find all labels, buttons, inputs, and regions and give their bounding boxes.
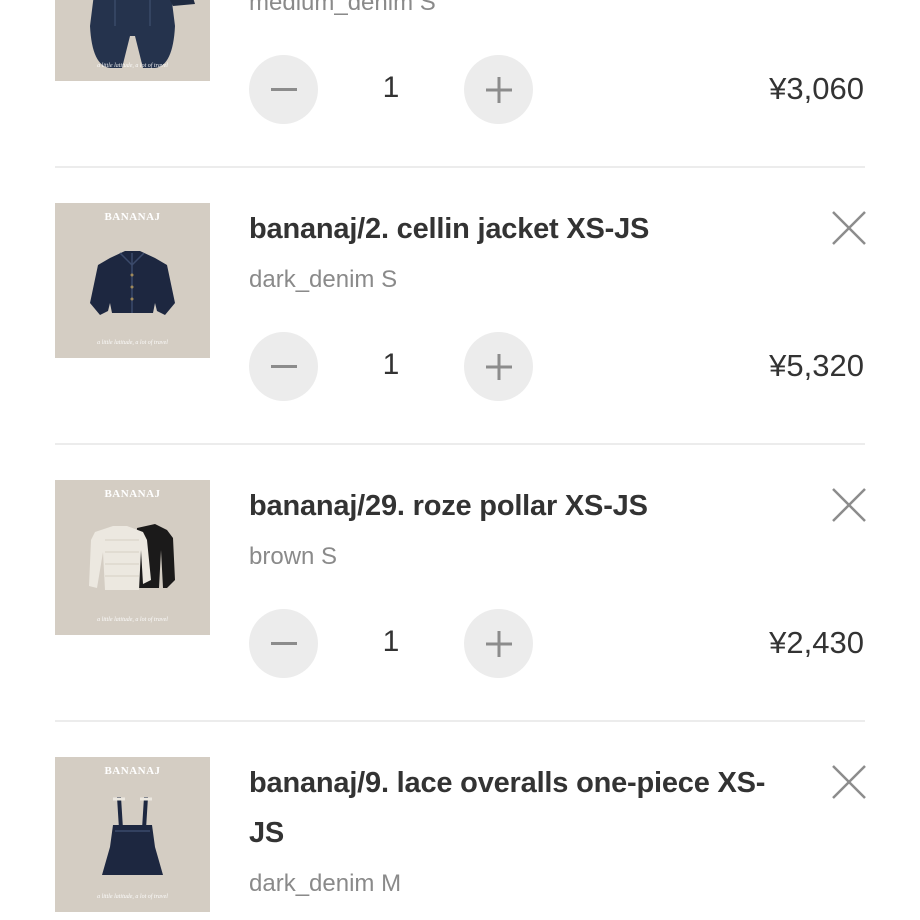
decrement-button[interactable]: [249, 332, 318, 401]
product-title[interactable]: bananaj/2. cellin jacket XS-JS: [249, 204, 799, 254]
close-icon[interactable]: [830, 486, 868, 524]
product-thumbnail[interactable]: BANANAJ a little latitude, a lot of trav…: [55, 480, 210, 635]
product-variant: medium_denim S: [249, 0, 436, 16]
thumbnail-caption: a little latitude, a lot of travel: [97, 617, 168, 623]
minus-icon: [270, 364, 297, 368]
decrement-button[interactable]: [249, 55, 318, 124]
product-variant: brown S: [249, 543, 338, 570]
minus-icon: [270, 641, 297, 645]
knit-tops-icon: [89, 524, 175, 590]
minus-icon: [270, 87, 297, 91]
plus-icon: [485, 630, 512, 657]
quantity-value: 1: [382, 348, 400, 381]
cart-item: a little latitude, a lot of travel mediu…: [0, 0, 920, 166]
product-thumbnail[interactable]: BANANAJ a little latitude, a lot of trav…: [55, 203, 210, 358]
denim-jacket-icon: [90, 251, 175, 315]
thumbnail-caption: a little latitude, a lot of travel: [97, 894, 168, 900]
product-title[interactable]: bananaj/29. roze pollar XS-JS: [249, 481, 799, 531]
product-thumbnail[interactable]: BANANAJ a little latitude, a lot of trav…: [55, 757, 210, 912]
product-variant: dark_denim M: [249, 870, 402, 897]
product-thumbnail[interactable]: a little latitude, a lot of travel: [55, 0, 210, 81]
plus-icon: [485, 353, 512, 380]
thumbnail-caption: a little latitude, a lot of travel: [97, 340, 168, 346]
item-price: ¥5,320: [769, 348, 864, 383]
increment-button[interactable]: [464, 332, 533, 401]
overall-dress-icon: [102, 797, 163, 875]
plus-icon: [485, 76, 512, 103]
close-icon[interactable]: [830, 763, 868, 801]
thumbnail-caption: a little latitude, a lot of travel: [97, 63, 168, 69]
quantity-value: 1: [382, 625, 400, 658]
close-icon[interactable]: [830, 209, 868, 247]
increment-button[interactable]: [464, 609, 533, 678]
item-price: ¥3,060: [769, 71, 864, 106]
decrement-button[interactable]: [249, 609, 318, 678]
cart-item: BANANAJ a little latitude, a lot of trav…: [0, 722, 920, 920]
product-title[interactable]: bananaj/9. lace overalls one-piece XS-JS: [249, 758, 799, 858]
cart-item: BANANAJ a little latitude, a lot of trav…: [0, 445, 920, 721]
cart-item: BANANAJ a little latitude, a lot of trav…: [0, 168, 920, 444]
quantity-value: 1: [382, 71, 400, 104]
item-price: ¥2,430: [769, 625, 864, 660]
increment-button[interactable]: [464, 55, 533, 124]
product-variant: dark_denim S: [249, 266, 398, 293]
